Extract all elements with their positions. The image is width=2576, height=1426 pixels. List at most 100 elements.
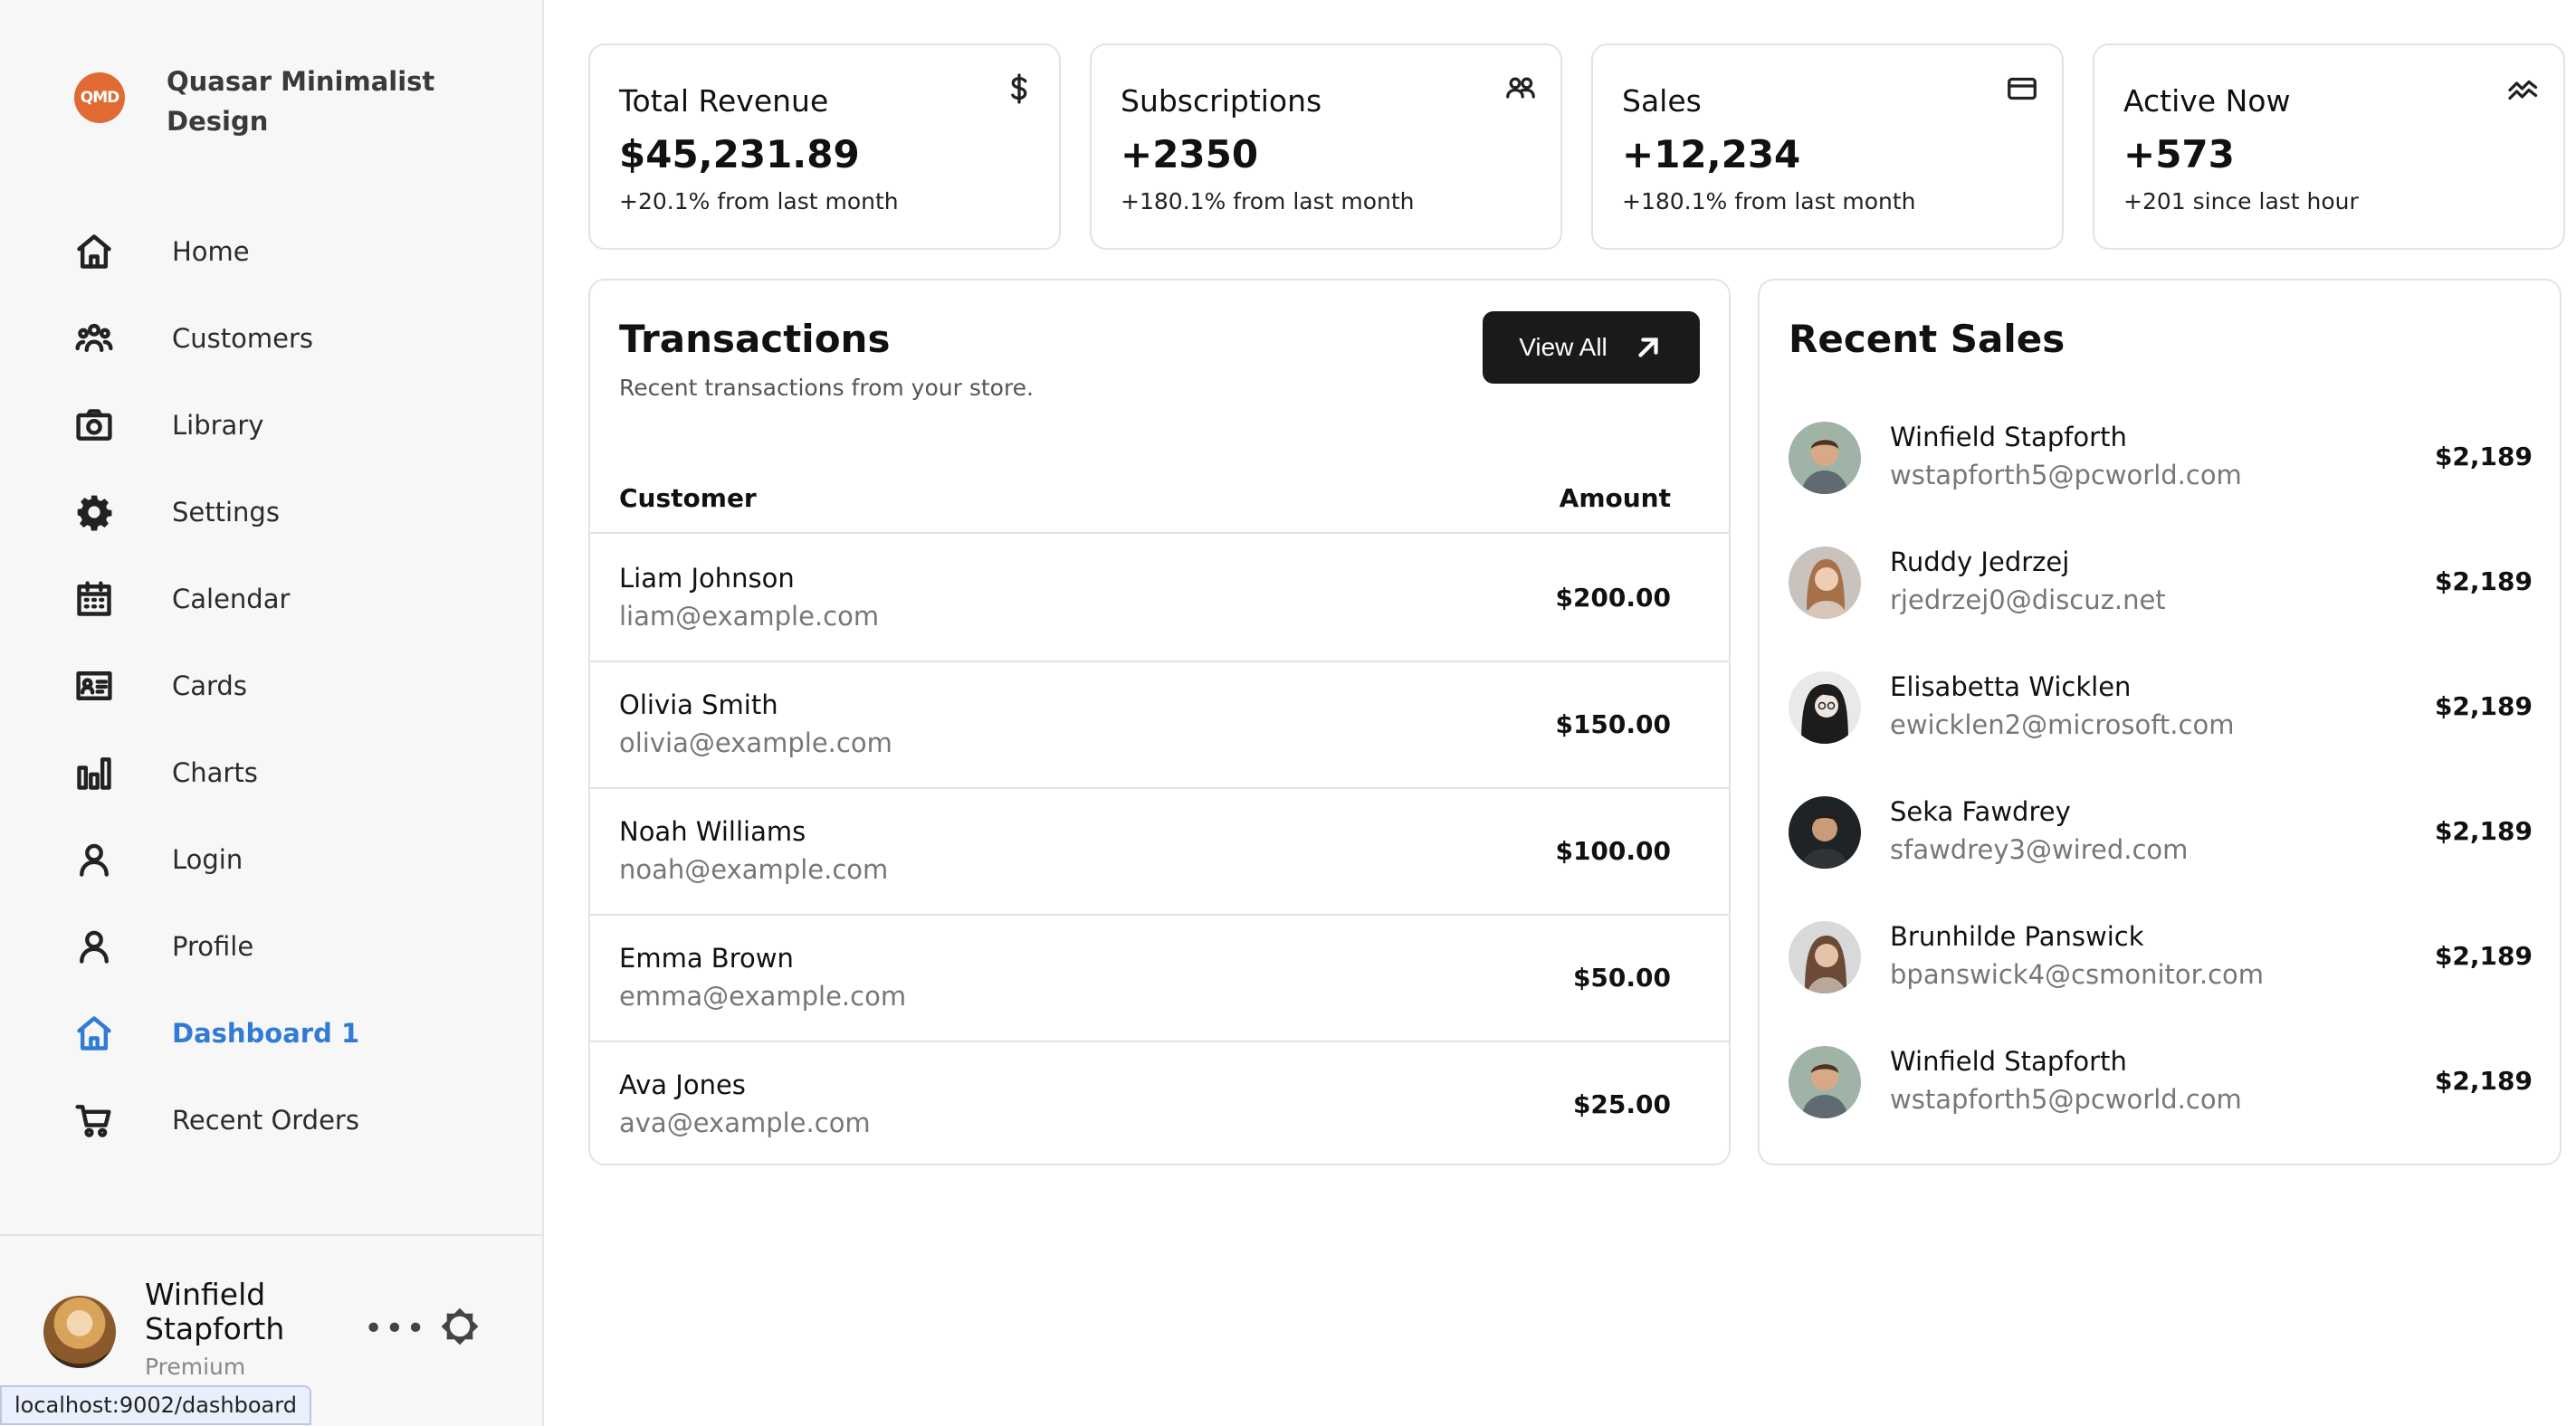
recent-sales-panel: Recent Sales Winfield Stapforth wstapfor…: [1758, 279, 2562, 1165]
calendar-icon: [74, 579, 114, 619]
customer-email: ewicklen2@microsoft.com: [1890, 709, 2235, 740]
sale-amount: $2,189: [2434, 816, 2533, 846]
table-row[interactable]: Liam Johnson liam@example.com $200.00: [590, 536, 1729, 662]
customer-email: ava@example.com: [619, 1108, 871, 1138]
customer-email: rjedrzej0@discuz.net: [1890, 585, 2166, 615]
stat-title: Active Now: [2123, 83, 2291, 119]
list-item[interactable]: Brunhilde Panswick bpanswick4@csmonitor.…: [1789, 912, 2533, 1003]
transactions-panel: Transactions Recent transactions from yo…: [588, 279, 1731, 1165]
brand-name: Quasar Minimalist Design: [167, 66, 435, 137]
person-icon: [74, 927, 114, 966]
sidebar-item-label: Library: [172, 410, 264, 441]
customer-email: wstapforth5@pcworld.com: [1890, 460, 2242, 490]
table-row[interactable]: Olivia Smith olivia@example.com $150.00: [590, 662, 1729, 789]
stat-card-sales: Sales +12,234 +180.1% from last month: [1591, 43, 2064, 250]
list-item[interactable]: Ruddy Jedrzej rjedrzej0@discuz.net $2,18…: [1789, 537, 2533, 628]
column-header-customer[interactable]: Customer: [619, 483, 757, 513]
list-item[interactable]: Winfield Stapforth wstapforth5@pcworld.c…: [1789, 1037, 2533, 1127]
sidebar-item-label: Calendar: [172, 584, 291, 614]
sidebar-item-charts[interactable]: Charts: [0, 729, 543, 816]
customer-name: Ruddy Jedrzej: [1890, 547, 2070, 577]
sidebar-nav: Home Customers Library Settings Calendar: [0, 208, 543, 1164]
sale-amount: $2,189: [2434, 1066, 2533, 1096]
sidebar-item-cards[interactable]: Cards: [0, 642, 543, 729]
view-all-button[interactable]: View All: [1483, 311, 1700, 384]
customer-email: noah@example.com: [619, 854, 889, 885]
customer-name: Noah Williams: [619, 816, 806, 847]
sidebar-item-profile[interactable]: Profile: [0, 903, 543, 990]
camera-icon: [74, 405, 114, 445]
user-name: Winfield Stapforth: [145, 1277, 285, 1346]
theme-toggle-button[interactable]: [438, 1305, 482, 1348]
stat-title: Sales: [1622, 83, 1702, 119]
column-header-amount[interactable]: Amount: [1560, 483, 1671, 513]
stat-value: +12,234: [1622, 132, 1801, 176]
customer-name: Winfield Stapforth: [1890, 422, 2127, 452]
sun-icon: [441, 1307, 479, 1345]
table-row[interactable]: Emma Brown emma@example.com $50.00: [590, 916, 1729, 1042]
customer-email: wstapforth5@pcworld.com: [1890, 1084, 2242, 1115]
sidebar-item-label: Customers: [172, 323, 313, 354]
sidebar-item-library[interactable]: Library: [0, 382, 543, 469]
activity-icon: [2507, 72, 2540, 105]
panel-title: Recent Sales: [1789, 317, 2066, 361]
brand[interactable]: QMD Quasar Minimalist Design: [74, 62, 456, 141]
home-icon: [74, 1013, 114, 1053]
sale-amount: $2,189: [2434, 442, 2533, 471]
sidebar-item-home[interactable]: Home: [0, 208, 543, 295]
stat-value: +573: [2123, 132, 2235, 176]
sidebar-item-login[interactable]: Login: [0, 816, 543, 903]
avatar: [1789, 671, 1861, 744]
customer-email: bpanswick4@csmonitor.com: [1890, 959, 2265, 990]
table-row[interactable]: Ava Jones ava@example.com $25.00: [590, 1042, 1729, 1164]
avatar: [1789, 547, 1861, 619]
sidebar-item-label: Login: [172, 844, 243, 875]
stat-card-active-now: Active Now +573 +201 since last hour: [2093, 43, 2565, 250]
sidebar-item-settings[interactable]: Settings: [0, 469, 543, 556]
more-options-button[interactable]: •••: [364, 1310, 427, 1347]
avatar: [1789, 921, 1861, 993]
list-item[interactable]: Seka Fawdrey sfawdrey3@wired.com $2,189: [1789, 787, 2533, 878]
sidebar-item-dashboard-1[interactable]: Dashboard 1: [0, 990, 543, 1077]
arrow-up-right-icon: [1638, 337, 1658, 357]
customer-email: sfawdrey3@wired.com: [1890, 834, 2189, 865]
stat-value: $45,231.89: [619, 132, 860, 176]
customer-email: olivia@example.com: [619, 727, 892, 758]
customer-name: Emma Brown: [619, 943, 794, 974]
dollar-icon: [1003, 72, 1035, 105]
stat-title: Total Revenue: [619, 83, 829, 119]
sale-amount: $2,189: [2434, 691, 2533, 721]
list-item[interactable]: Elisabetta Wicklen ewicklen2@microsoft.c…: [1789, 662, 2533, 753]
customer-name: Ava Jones: [619, 1070, 746, 1100]
user-plan: Premium: [145, 1354, 246, 1380]
stat-card-subscriptions: Subscriptions +2350 +180.1% from last mo…: [1090, 43, 1562, 250]
sidebar-item-calendar[interactable]: Calendar: [0, 556, 543, 642]
sidebar-item-label: Recent Orders: [172, 1105, 359, 1136]
transaction-amount: $150.00: [1555, 709, 1671, 739]
sidebar-item-label: Settings: [172, 497, 280, 528]
sidebar: QMD Quasar Minimalist Design Home Custom…: [0, 0, 544, 1426]
transaction-amount: $50.00: [1572, 963, 1671, 993]
avatar: [1789, 1046, 1861, 1118]
stat-subtext: +20.1% from last month: [619, 188, 899, 214]
customer-name: Winfield Stapforth: [1890, 1046, 2127, 1077]
customer-name: Liam Johnson: [619, 563, 795, 594]
sidebar-item-label: Dashboard 1: [172, 1018, 360, 1049]
avatar[interactable]: [43, 1296, 116, 1368]
person-icon: [74, 840, 114, 879]
gear-icon: [74, 492, 114, 532]
sidebar-item-customers[interactable]: Customers: [0, 295, 543, 382]
avatar: [1789, 422, 1861, 494]
list-item[interactable]: Winfield Stapforth wstapforth5@pcworld.c…: [1789, 413, 2533, 503]
stat-subtext: +180.1% from last month: [1622, 188, 1916, 214]
sidebar-item-label: Profile: [172, 931, 254, 962]
transaction-amount: $200.00: [1555, 583, 1671, 613]
avatar: [1789, 796, 1861, 869]
table-row[interactable]: Noah Williams noah@example.com $100.00: [590, 789, 1729, 916]
panel-subtitle: Recent transactions from your store.: [619, 375, 1035, 401]
sidebar-item-recent-orders[interactable]: Recent Orders: [0, 1077, 543, 1164]
transaction-amount: $100.00: [1555, 836, 1671, 866]
sale-amount: $2,189: [2434, 566, 2533, 596]
stat-subtext: +201 since last hour: [2123, 188, 2359, 214]
customer-name: Seka Fawdrey: [1890, 796, 2071, 827]
